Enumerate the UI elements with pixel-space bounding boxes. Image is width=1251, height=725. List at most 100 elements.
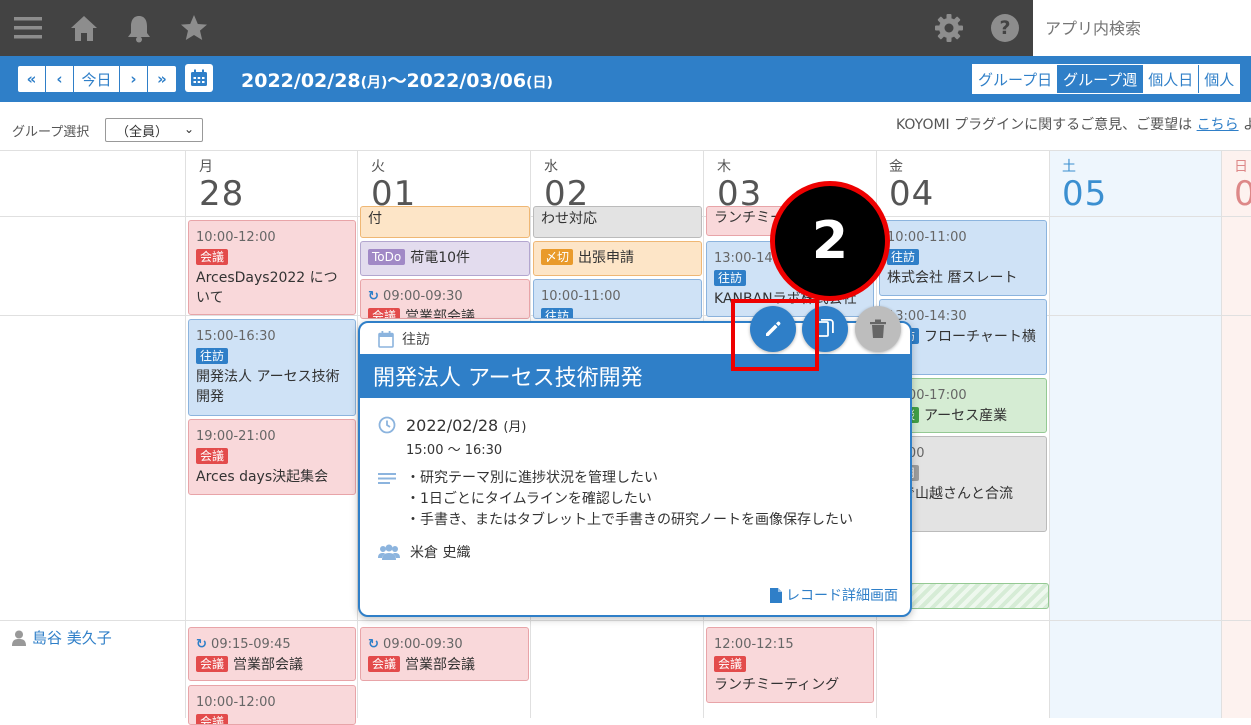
popup-participants: 米倉 史織 (378, 542, 470, 562)
tab-group-day[interactable]: グループ日 (973, 65, 1059, 93)
event-title: Arces days決起集会 (196, 469, 329, 485)
event-time: ↻ 09:15-09:45 (196, 635, 348, 655)
event-card[interactable]: 10:00-12:00 会議 (188, 685, 356, 725)
event-badge: 〆切 (541, 249, 574, 265)
help-icon[interactable]: ? (987, 10, 1023, 46)
search-input[interactable] (1033, 0, 1251, 56)
event-badge: 会議 (368, 308, 401, 318)
home-icon[interactable] (66, 10, 102, 46)
event-title: 開発法人 アーセス技術開発 (196, 369, 340, 405)
event-badge: 往訪 (196, 348, 229, 364)
record-detail-label: レコード詳細画面 (786, 588, 898, 604)
grid-line (1049, 150, 1050, 718)
day-of-week: 水 (544, 159, 558, 175)
event-card[interactable]: 〆切 出張申請 (533, 241, 702, 276)
event-card[interactable]: わせ対応 (533, 206, 702, 238)
description-icon (378, 473, 396, 484)
calendar-icon (378, 330, 394, 348)
feedback-text: KOYOMI プラグインに関するご意見、ご要望は (896, 117, 1193, 133)
event-badge: 会議 (196, 448, 229, 464)
event-badge: 往訪 (714, 270, 747, 286)
record-detail-link[interactable]: レコード詳細画面 (770, 585, 898, 605)
event-time-text: 09:00-09:30 (383, 289, 463, 304)
day-header-fri[interactable]: 金 04 (889, 156, 934, 214)
menu-icon[interactable] (10, 10, 46, 46)
grid-line (185, 150, 186, 718)
feedback-notice: KOYOMI プラグインに関するご意見、ご要望は こちら よ (896, 114, 1251, 134)
day-number: 0 (1234, 174, 1251, 214)
event-title: 営業部会議 (233, 657, 304, 673)
range-end-dow: (日) (526, 75, 553, 91)
event-card[interactable]: 10:00-11:00 往訪 (533, 279, 702, 319)
range-start-dow: (月) (360, 75, 388, 91)
event-card[interactable]: ↻ 09:00-09:30 会議 営業部会議 (360, 627, 529, 681)
prev-week-button[interactable]: « (18, 66, 46, 92)
clock-icon (378, 416, 396, 434)
prev-button[interactable]: ‹ (46, 66, 74, 92)
bell-icon[interactable] (121, 10, 157, 46)
event-time: ↻ 09:00-09:30 (368, 287, 522, 307)
event-badge: 会議 (714, 656, 747, 672)
day-header-sat[interactable]: 土 05 (1062, 156, 1107, 214)
popup-description: ・研究テーマ別に進捗状況を管理したい ・1日ごとにタイムラインを確認したい ・手… (378, 468, 853, 531)
event-card[interactable]: ↻ 09:00-09:30 会議 営業部会議 (360, 279, 530, 319)
day-header-mon[interactable]: 月 28 (199, 156, 244, 214)
top-bar: ? (0, 0, 1251, 56)
tab-personal[interactable]: 個人 (1199, 65, 1240, 93)
grid-line (0, 150, 1251, 151)
tab-personal-day[interactable]: 個人日 (1143, 65, 1200, 93)
saturday-column (1049, 150, 1221, 718)
feedback-trail: よ (1243, 117, 1251, 133)
tab-group-week[interactable]: グループ週 (1058, 65, 1144, 93)
delete-button[interactable] (855, 306, 901, 352)
popup-title: 開発法人 アーセス技術開発 (360, 354, 910, 398)
popup-category-label: 往訪 (402, 332, 430, 348)
popup-category: 往訪 (378, 329, 430, 349)
date-navigation: « ‹ 今日 › » (18, 66, 176, 92)
event-time: 10:00-12:00 (196, 695, 276, 710)
svg-text:?: ? (999, 17, 1010, 39)
event-detail-popup: 往訪 開発法人 アーセス技術開発 2022/02/28 (月) 15:00 ～ … (358, 321, 912, 617)
user-icon (12, 630, 26, 646)
repeat-icon: ↻ (196, 637, 207, 652)
repeat-icon: ↻ (368, 637, 379, 652)
event-time: 15:00-16:30 (196, 329, 276, 344)
next-button[interactable]: › (120, 66, 148, 92)
event-card[interactable]: ↻ 09:15-09:45 会議 営業部会議 (188, 627, 356, 681)
event-badge: 会議 (196, 656, 229, 672)
day-number: 04 (889, 174, 935, 214)
event-time: ↻ 09:00-09:30 (368, 635, 521, 655)
grid-line (0, 620, 1251, 621)
calendar-picker-button[interactable] (185, 64, 213, 92)
event-badge: 往訪 (541, 308, 574, 318)
event-title: ArcesDays2022 について (196, 270, 338, 306)
star-icon[interactable] (176, 10, 212, 46)
event-card[interactable]: ToDo 荷電10件 (360, 241, 530, 276)
event-title: 出張申請 (578, 250, 635, 266)
day-of-week: 月 (199, 159, 213, 175)
event-card[interactable]: 付 (360, 206, 530, 238)
popup-date: 2022/02/28 (406, 416, 499, 435)
next-week-button[interactable]: » (148, 66, 176, 92)
event-time: 19:00-21:00 (196, 429, 276, 444)
event-badge: ToDo (368, 249, 406, 265)
day-number: 28 (199, 174, 245, 214)
today-button[interactable]: 今日 (74, 66, 120, 92)
day-header-sun[interactable]: 日0 (1234, 156, 1251, 214)
event-card[interactable]: 12:00-12:15 会議 ランチミーティング (706, 627, 874, 703)
feedback-link[interactable]: こちら (1197, 117, 1239, 133)
group-select[interactable]: （全員） ⌄ (105, 118, 203, 142)
event-title: 営業部会議 (405, 309, 476, 319)
trash-icon (870, 319, 886, 338)
member-row-label[interactable]: 島谷 美久子 (12, 627, 112, 648)
event-time-text: 09:15-09:45 (211, 637, 291, 652)
step-number-badge: 2 (770, 181, 890, 301)
gear-icon[interactable] (931, 10, 967, 46)
range-end: 2022/03/06 (406, 70, 527, 92)
event-card[interactable]: 15:00-16:30 往訪 開発法人 アーセス技術開発 (188, 319, 356, 416)
calendar-icon (191, 69, 207, 86)
event-card[interactable]: 10:00-11:00 往訪 株式会社 暦スレート (879, 220, 1047, 296)
event-card[interactable]: 19:00-21:00 会議 Arces days決起集会 (188, 419, 356, 495)
event-time: 10:00-12:00 (196, 230, 276, 245)
event-card[interactable]: 10:00-12:00 会議 ArcesDays2022 について (188, 220, 356, 315)
